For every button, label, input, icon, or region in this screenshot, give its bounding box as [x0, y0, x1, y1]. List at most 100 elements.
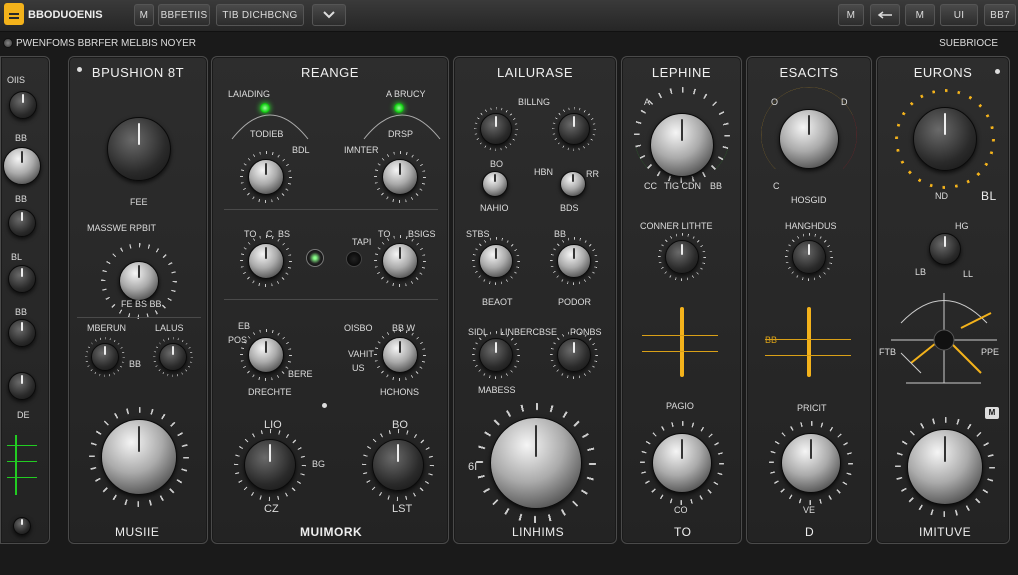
billng-knob-left[interactable]: [480, 113, 512, 145]
panel-eurons: EURONS ND BL HG LB LL FTB PPE M IMITUVE: [876, 56, 1010, 544]
input-gain-knob[interactable]: [107, 117, 171, 181]
section-label: HANGHDUS: [785, 221, 837, 231]
strip-knob-4[interactable]: [8, 265, 36, 293]
hang-knob[interactable]: [792, 240, 826, 274]
ponbs-knob[interactable]: [557, 338, 591, 372]
fader-tick: [765, 355, 851, 356]
section-label: LAIADING: [228, 89, 271, 99]
sub-header: PWENFOMS BBRFER MELBIS NOYER SUEBRIOCE: [0, 33, 1018, 55]
knob-label: BG: [312, 459, 326, 469]
output-knob[interactable]: [101, 419, 177, 495]
dropdown-arrow-button[interactable]: M: [134, 4, 154, 26]
menu-icon[interactable]: [4, 3, 24, 25]
knob-label: PAGIO: [666, 401, 694, 411]
pos-knob[interactable]: [248, 337, 284, 373]
knob-label: FEE: [130, 197, 148, 207]
billng-knob-right[interactable]: [558, 113, 590, 145]
knob-label: PODOR: [558, 297, 592, 307]
panel-title: REANGE: [301, 65, 359, 80]
strip-label: BL: [11, 252, 23, 262]
bsigs-knob[interactable]: [382, 243, 418, 279]
strip-label: OIIS: [7, 75, 26, 85]
mberun-knob[interactable]: [91, 343, 119, 371]
strip-knob-3[interactable]: [8, 209, 36, 237]
strip-knob-7[interactable]: [13, 517, 31, 535]
strip-knob-1[interactable]: [9, 91, 37, 119]
linhims-knob[interactable]: [490, 417, 582, 509]
knob-label: HBN: [534, 167, 554, 177]
lio-knob[interactable]: [244, 439, 296, 491]
knob-label: HCHONS: [380, 387, 420, 397]
panel-title: EURONS: [913, 65, 973, 80]
panel-lephine: LEPHINE A CC TIG CDN BB CONNER LITHTE PA…: [621, 56, 742, 544]
preset-name[interactable]: BBODUOENIS: [28, 9, 103, 21]
divider: [224, 209, 438, 210]
power-icon[interactable]: [3, 38, 13, 48]
knob-label: IMNTER: [344, 145, 379, 155]
knob-label: 6I: [468, 461, 478, 473]
divider: [77, 317, 201, 318]
knob-label: OISBO: [344, 323, 373, 333]
conner-knob[interactable]: [665, 240, 699, 274]
tab-dichbcng[interactable]: TIB DICHBCNG: [216, 4, 304, 26]
fader[interactable]: [807, 307, 811, 377]
dynamics-graph: [891, 293, 997, 384]
tapi-button[interactable]: [346, 251, 362, 267]
panel-title: ESACITS: [779, 65, 839, 80]
sidl-knob[interactable]: [479, 338, 513, 372]
panel-footer-label: MUIMORK: [300, 525, 363, 539]
toolbar-button-bb7[interactable]: BB7: [984, 4, 1016, 26]
back-arrow-icon[interactable]: [870, 4, 900, 26]
knob-label: HG: [955, 221, 969, 231]
rr-knob[interactable]: [560, 171, 586, 197]
toolbar-button-m2[interactable]: M: [905, 4, 935, 26]
pagio-knob[interactable]: [652, 433, 712, 493]
strip-knob-6[interactable]: [8, 372, 36, 400]
bo-knob[interactable]: [372, 439, 424, 491]
panel-title: BPUSHION 8T: [91, 65, 185, 80]
level-meter: [7, 435, 37, 495]
knob-label: DRECHTE: [248, 387, 292, 397]
knob-label: CO: [674, 505, 688, 515]
knob-label: BL: [981, 189, 997, 203]
strip-knob-5[interactable]: [8, 319, 36, 347]
knob-label: DRSP: [388, 129, 414, 139]
bb-knob[interactable]: [557, 244, 591, 278]
bo-knob[interactable]: [482, 171, 508, 197]
toolbar-button-ui[interactable]: UI: [940, 4, 978, 26]
knob-label: BO: [490, 159, 504, 169]
to-knob[interactable]: [248, 243, 284, 279]
knob-label: TAPI: [352, 237, 372, 247]
todier-knob[interactable]: [248, 159, 284, 195]
mass-knob[interactable]: [119, 261, 159, 301]
chevron-down-icon[interactable]: [312, 4, 346, 26]
fader-tick: [642, 335, 718, 336]
knob-label: CC: [644, 181, 657, 191]
lalus-knob[interactable]: [159, 343, 187, 371]
hg-knob[interactable]: [929, 233, 961, 265]
lephine-main-knob[interactable]: [650, 113, 714, 177]
tab-presets[interactable]: BBFETIIS: [158, 4, 210, 26]
knob-label: BB: [554, 229, 567, 239]
knob-label: EB: [238, 321, 251, 331]
strip-label: BB: [15, 133, 28, 143]
knob-label: FE BS BB: [121, 299, 162, 309]
knob-label: BB: [765, 335, 778, 345]
eurons-main-knob[interactable]: [913, 107, 977, 171]
fader-tick: [642, 351, 718, 352]
stbs-knob[interactable]: [479, 244, 513, 278]
varit-knob[interactable]: [382, 337, 418, 373]
toolbar-button-m1[interactable]: M: [838, 4, 864, 26]
esacits-main-knob[interactable]: [779, 109, 839, 169]
strip-knob-2[interactable]: [3, 147, 41, 185]
panel-footer-label: LINHIMS: [512, 525, 565, 539]
source-label: SUEBRIOCE: [939, 38, 998, 49]
knob-label: TIG CDN: [664, 181, 701, 191]
fader[interactable]: [680, 307, 684, 377]
knob-label: LST: [392, 503, 413, 515]
drsp-knob[interactable]: [382, 159, 418, 195]
knob-label: C: [773, 181, 780, 191]
imituve-knob[interactable]: [907, 429, 983, 505]
knob-label: BEAOT: [482, 297, 513, 307]
pricit-knob[interactable]: [781, 433, 841, 493]
